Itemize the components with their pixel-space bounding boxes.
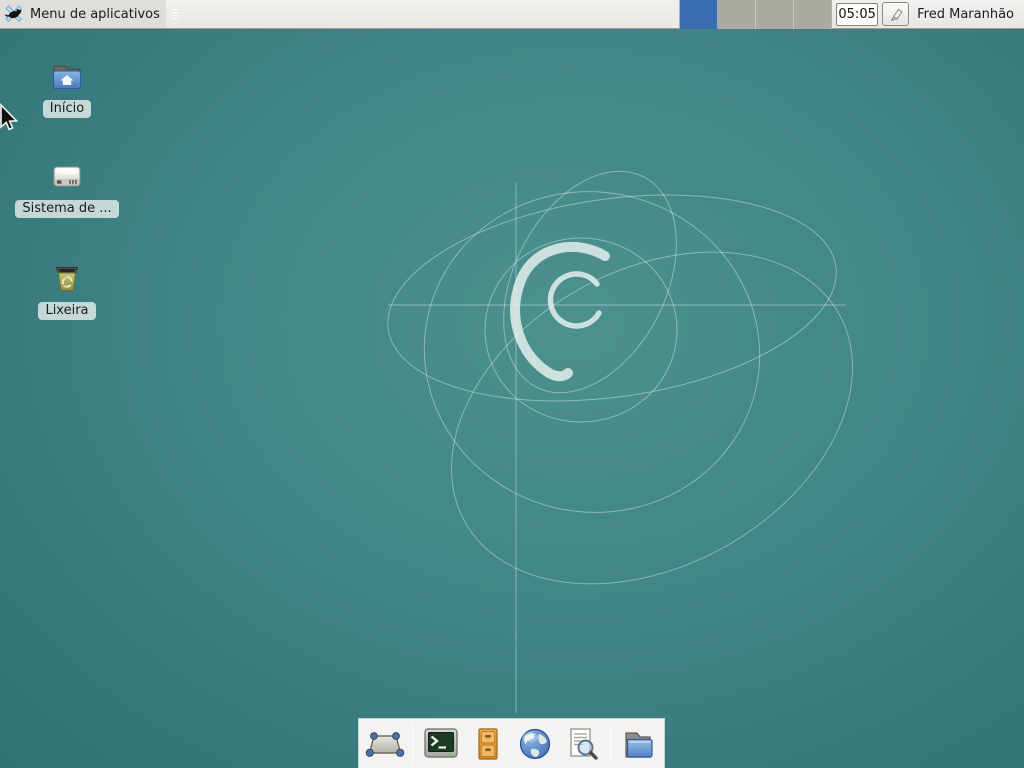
desktop-icon-label: Sistema de ... [15, 200, 118, 218]
stylus-icon [887, 5, 905, 23]
folder-icon [618, 724, 658, 764]
application-finder-button[interactable] [562, 723, 602, 765]
show-desktop-icon [365, 724, 405, 764]
username-label[interactable]: Fred Maranhão [917, 7, 1014, 22]
applications-menu-button[interactable]: Menu de aplicativos [0, 0, 166, 28]
file-manager-button[interactable] [618, 723, 658, 765]
dock-separator [610, 725, 611, 763]
file-cabinet-button[interactable] [468, 723, 508, 765]
filesystem-drive-icon [49, 158, 85, 194]
dock-separator [412, 725, 413, 763]
user-action-button[interactable] [882, 2, 909, 26]
workspace-switcher [679, 0, 832, 29]
debian-swirl [515, 247, 605, 376]
show-desktop-button[interactable] [365, 723, 405, 765]
web-browser-button[interactable] [515, 723, 555, 765]
file-cabinet-icon [468, 724, 508, 764]
workspace-1[interactable] [680, 0, 718, 29]
desktop-icon-home[interactable]: Início [12, 58, 122, 118]
top-panel: Menu de aplicativos 05:05 Fred Maranhão [0, 0, 1024, 29]
workspace-2[interactable] [718, 0, 756, 29]
wallpaper-debian-lines [0, 0, 1024, 768]
terminal-icon [421, 724, 461, 764]
home-folder-icon [49, 58, 85, 94]
desktop-screen: Menu de aplicativos 05:05 Fred Maranhão [0, 0, 1024, 768]
desktop-icon-label: Lixeira [38, 302, 95, 320]
xfce-menu-icon [4, 4, 24, 24]
clock[interactable]: 05:05 [836, 3, 878, 26]
desktop-icon-filesystem[interactable]: Sistema de ... [12, 158, 122, 218]
workspace-4[interactable] [794, 0, 832, 29]
applications-menu-label: Menu de aplicativos [30, 7, 160, 22]
workspace-3[interactable] [756, 0, 794, 29]
search-document-icon [562, 724, 602, 764]
desktop-icon-trash[interactable]: Lixeira [12, 260, 122, 320]
desktop-icon-label: Início [43, 100, 91, 118]
dock-panel [358, 718, 665, 768]
globe-icon [515, 724, 555, 764]
trash-icon [49, 260, 85, 296]
mouse-cursor [0, 103, 22, 133]
terminal-button[interactable] [420, 723, 460, 765]
panel-grip-handle[interactable] [166, 9, 185, 19]
